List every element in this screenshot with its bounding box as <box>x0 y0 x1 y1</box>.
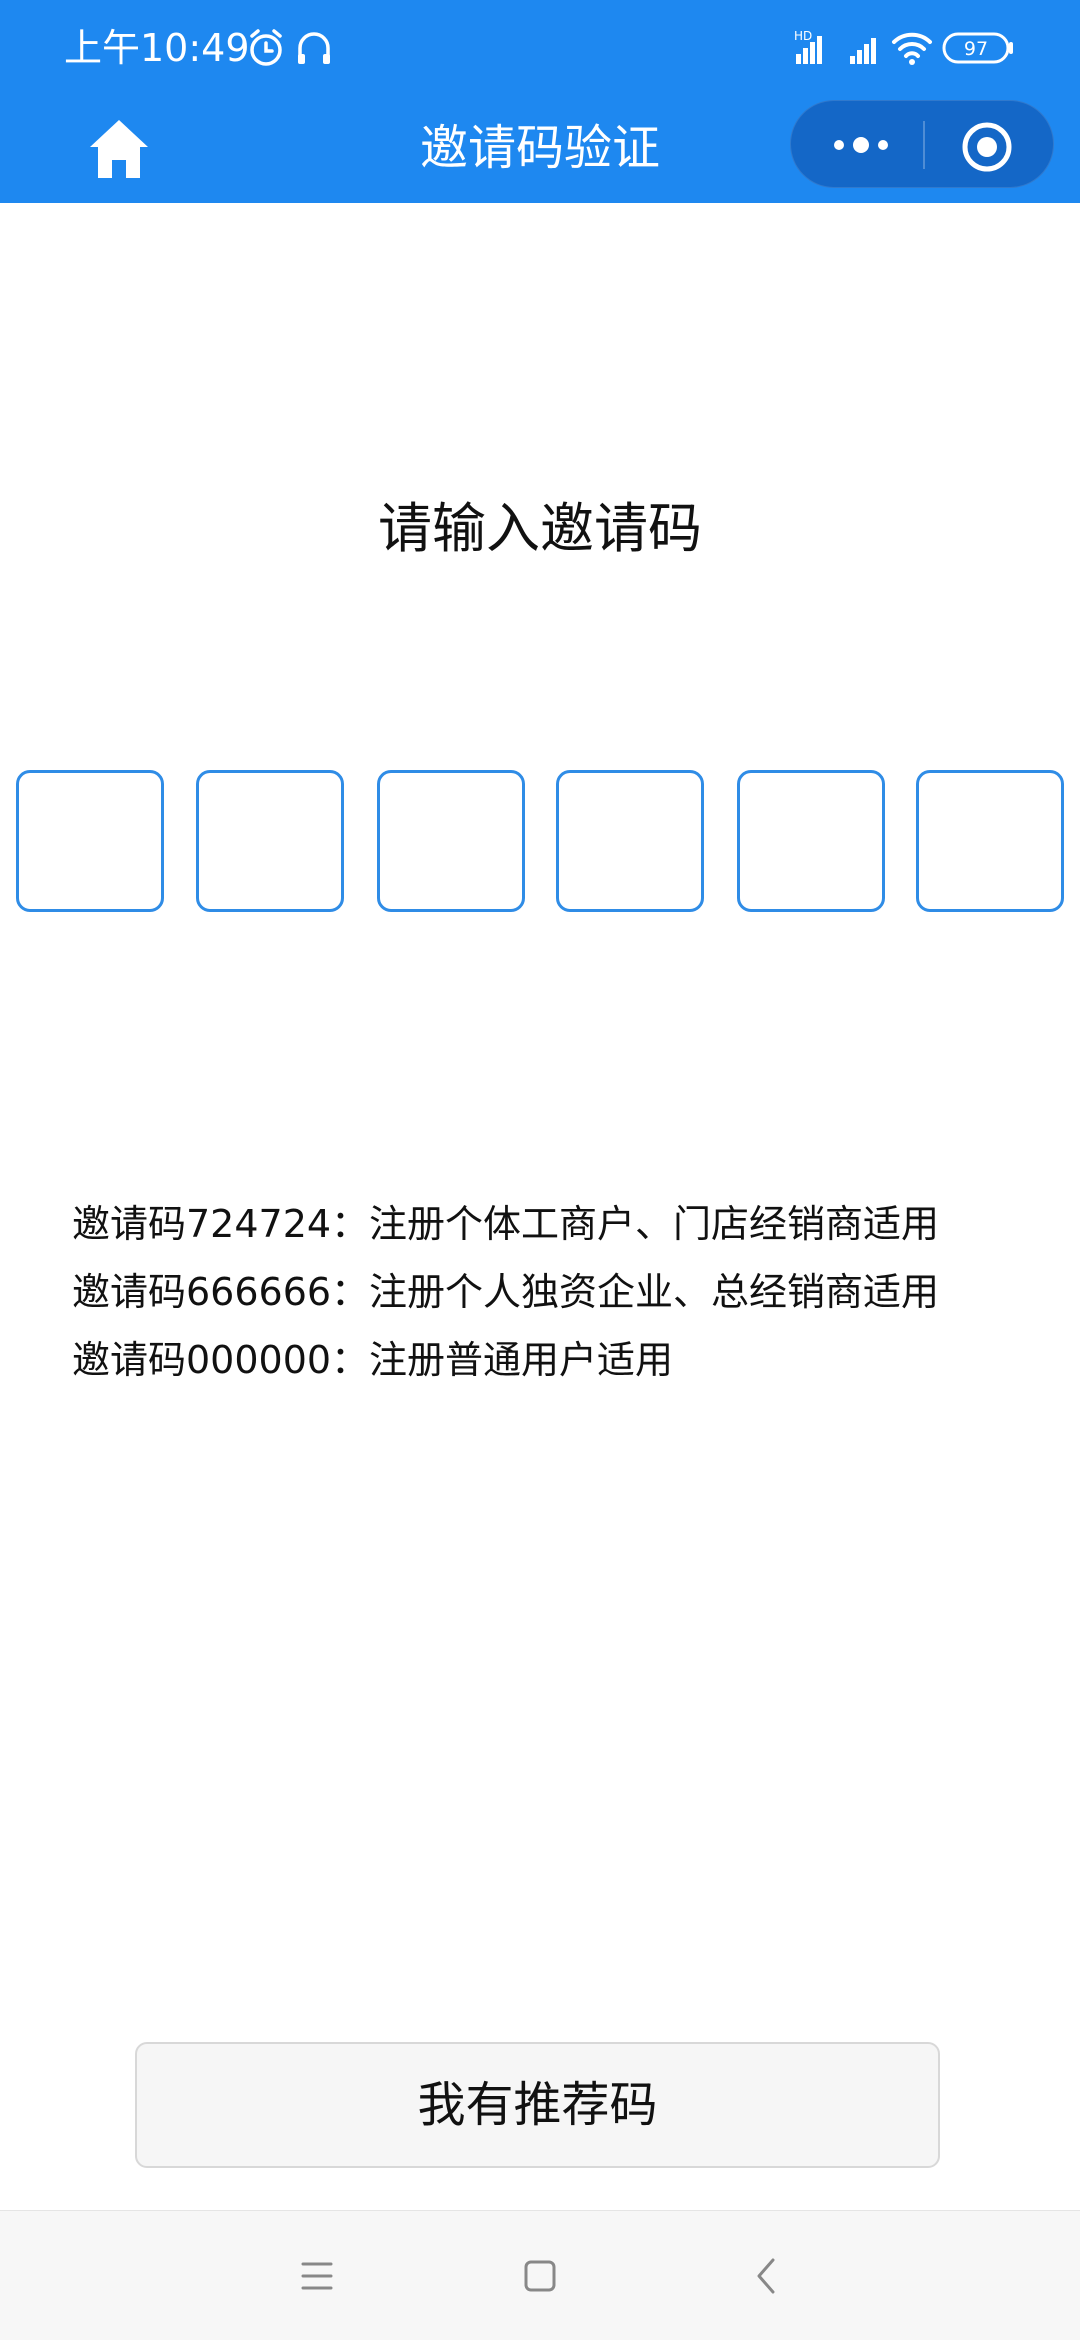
hd-badge: HD <box>794 29 812 43</box>
mini-program-close-icon[interactable] <box>959 119 1015 175</box>
note-line: 邀请码724724：注册个体工商户、门店经销商适用 <box>72 1202 940 1246</box>
note-line: 邀请码000000：注册普通用户适用 <box>72 1338 674 1382</box>
code-input-4[interactable] <box>556 770 704 912</box>
signal-icon-2 <box>850 38 876 64</box>
app-header: 上午10:49 HD 97 邀请码验证 <box>0 0 1080 203</box>
back-icon[interactable] <box>737 2246 797 2306</box>
status-time: 上午10:49 <box>64 26 250 70</box>
status-bar: 上午10:49 HD 97 <box>0 0 1080 96</box>
more-dots-icon[interactable] <box>821 115 901 175</box>
note-line: 邀请码666666：注册个人独资企业、总经销商适用 <box>72 1270 940 1314</box>
referral-code-button[interactable]: 我有推荐码 <box>135 2042 940 2168</box>
mini-program-capsule <box>790 100 1054 188</box>
headset-icon <box>298 32 330 64</box>
invite-code-inputs <box>16 770 1064 912</box>
code-prompt: 请输入邀请码 <box>378 497 702 560</box>
nav-bar: 邀请码验证 <box>0 96 1080 203</box>
capsule-divider <box>923 121 925 169</box>
wifi-icon <box>892 32 932 58</box>
system-nav-bar <box>0 2210 1080 2340</box>
code-input-1[interactable] <box>16 770 164 912</box>
code-input-5[interactable] <box>737 770 885 912</box>
battery-level: 97 <box>964 38 988 60</box>
code-input-6[interactable] <box>916 770 1064 912</box>
menu-icon[interactable] <box>287 2246 347 2306</box>
alarm-icon <box>250 29 282 66</box>
battery-icon: 97 <box>942 32 1013 64</box>
status-indicators: HD 97 <box>794 29 1013 65</box>
invite-code-notes: 邀请码724724：注册个体工商户、门店经销商适用 邀请码666666：注册个人… <box>72 1190 1032 1394</box>
code-input-2[interactable] <box>196 770 344 912</box>
home-square-icon[interactable] <box>510 2246 570 2306</box>
code-input-3[interactable] <box>377 770 525 912</box>
